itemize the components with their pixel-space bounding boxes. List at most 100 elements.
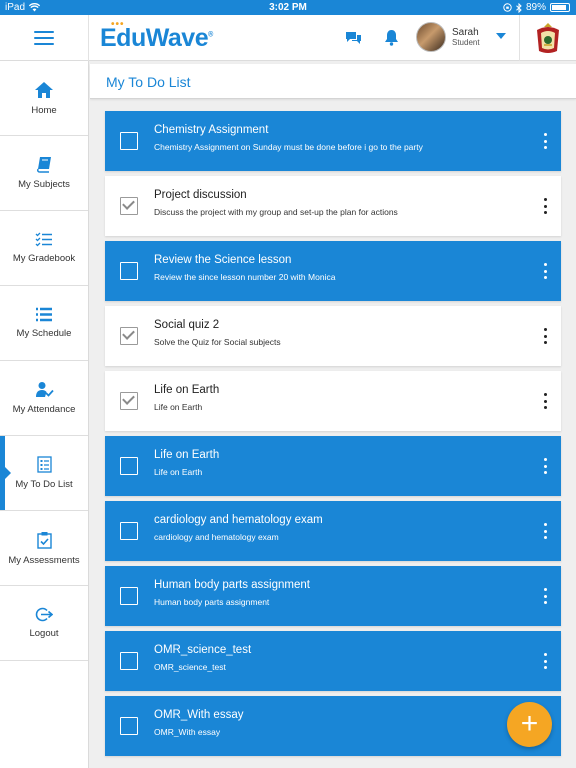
more-options-icon[interactable] (541, 198, 549, 214)
user-name: Sarah (452, 27, 479, 38)
sidebar-item-assessments[interactable]: My Assessments (0, 511, 88, 586)
home-icon (35, 81, 53, 98)
menu-button[interactable] (0, 15, 89, 61)
more-options-icon[interactable] (541, 458, 549, 474)
todo-item[interactable]: Life on Earth Life on Earth (105, 436, 561, 496)
sidebar-item-label: My Gradebook (12, 253, 76, 264)
page-title: My To Do List (106, 74, 191, 90)
todo-item[interactable]: OMR_With essay OMR_With essay (105, 696, 561, 756)
hamburger-icon (34, 31, 54, 45)
checkmark-icon (122, 392, 135, 405)
todo-title: Human body parts assignment (154, 579, 310, 591)
todo-title: Chemistry Assignment (154, 124, 269, 136)
todo-title: OMR_science_test (154, 644, 252, 656)
logo-dots-icon: ••• (111, 19, 125, 30)
user-check-icon (35, 382, 54, 397)
app-logo: ••• EduWave® (100, 19, 213, 53)
todo-description: Life on Earth (154, 402, 203, 412)
todo-item[interactable]: Chemistry Assignment Chemistry Assignment… (105, 111, 561, 171)
todo-item[interactable]: Social quiz 2 Solve the Quiz for Social s… (105, 306, 561, 366)
main-content: My To Do List Chemistry Assignment Chemis… (89, 61, 576, 768)
more-options-icon[interactable] (541, 393, 549, 409)
todo-description: Review the since lesson number 20 with M… (154, 272, 336, 282)
todo-list-icon (36, 456, 52, 473)
todo-item[interactable]: Review the Science lesson Review the sinc… (105, 241, 561, 301)
todo-description: Life on Earth (154, 467, 203, 477)
todo-title: Life on Earth (154, 449, 220, 461)
more-options-icon[interactable] (541, 263, 549, 279)
sidebar-item-attendance[interactable]: My Attendance (0, 361, 88, 436)
avatar (416, 22, 446, 52)
todo-description: cardiology and hematology exam (154, 532, 279, 542)
chevron-down-icon[interactable] (496, 33, 506, 39)
todo-checkbox[interactable] (120, 327, 138, 345)
todo-title: Life on Earth (154, 384, 220, 396)
todo-description: OMR_With essay (154, 727, 221, 737)
todo-checkbox[interactable] (120, 262, 138, 280)
todo-title: Project discussion (154, 189, 247, 201)
todo-title: Social quiz 2 (154, 319, 220, 331)
sidebar-item-gradebook[interactable]: My Gradebook (0, 211, 88, 286)
sidebar-item-subjects[interactable]: My Subjects (0, 136, 88, 211)
todo-checkbox[interactable] (120, 132, 138, 150)
chat-bubbles-icon (346, 32, 361, 44)
todo-item[interactable]: OMR_science_test OMR_science_test (105, 631, 561, 691)
sidebar-item-label: Logout (29, 628, 59, 639)
page-header: My To Do List (90, 64, 576, 99)
clipboard-check-icon (36, 531, 52, 549)
battery-level (552, 5, 567, 10)
todo-description: Solve the Quiz for Social subjects (154, 337, 281, 347)
sidebar-item-logout[interactable]: Logout (0, 586, 88, 661)
todo-checkbox[interactable] (120, 392, 138, 410)
more-options-icon[interactable] (541, 653, 549, 669)
logout-icon (35, 607, 53, 622)
todo-item[interactable]: Project discussion Discuss the project wi… (105, 176, 561, 236)
todo-checkbox[interactable] (120, 197, 138, 215)
todo-description: Human body parts assignment (154, 597, 270, 607)
todo-title: cardiology and hematology exam (154, 514, 323, 526)
sidebar-item-home[interactable]: Home (0, 61, 88, 136)
todo-title: Review the Science lesson (154, 254, 292, 266)
sidebar-item-todo-list[interactable]: My To Do List (0, 436, 88, 511)
add-todo-button[interactable]: + (507, 702, 552, 747)
battery-percent: 89% (525, 2, 546, 13)
more-options-icon[interactable] (541, 588, 549, 604)
logo-registered-mark: ® (208, 31, 213, 39)
todo-description: Chemistry Assignment on Sunday must be d… (154, 142, 423, 152)
todo-checkbox[interactable] (120, 522, 138, 540)
user-role: Student (452, 38, 480, 47)
todo-checkbox[interactable] (120, 587, 138, 605)
sidebar-item-label: My Attendance (12, 404, 76, 415)
book-icon (36, 157, 51, 173)
app-header: ••• EduWave® Sarah Student (0, 15, 576, 61)
sidebar-item-schedule[interactable]: My Schedule (0, 286, 88, 361)
sidebar-item-label: My To Do List (15, 479, 73, 490)
todo-checkbox[interactable] (120, 717, 138, 735)
status-bar: iPad 3:02 PM 89% (0, 0, 576, 15)
more-options-icon[interactable] (541, 328, 549, 344)
todo-description: Discuss the project with my group and se… (154, 207, 398, 217)
ministry-crest (519, 15, 576, 61)
bluetooth-icon (516, 2, 522, 13)
notifications-button[interactable] (384, 29, 399, 51)
rotation-lock-icon (503, 3, 512, 12)
sidebar-item-label: Home (31, 104, 57, 116)
checkmark-icon (122, 327, 135, 340)
todo-description: OMR_science_test (154, 662, 226, 672)
todo-item[interactable]: cardiology and hematology exam cardiology… (105, 501, 561, 561)
battery-icon (550, 3, 570, 12)
todo-item[interactable]: Life on Earth Life on Earth (105, 371, 561, 431)
more-options-icon[interactable] (541, 523, 549, 539)
sidebar-item-label: My Schedule (16, 328, 72, 339)
todo-checkbox[interactable] (120, 457, 138, 475)
messages-button[interactable] (345, 31, 362, 50)
list-icon (36, 307, 52, 322)
sidebar: Home My Subjects My Gradebook My Schedul… (0, 61, 89, 768)
todo-checkbox[interactable] (120, 652, 138, 670)
todo-list: Chemistry Assignment Chemistry Assignment… (105, 111, 561, 761)
user-menu[interactable]: Sarah Student (416, 22, 480, 52)
more-options-icon[interactable] (541, 133, 549, 149)
todo-title: OMR_With essay (154, 709, 244, 721)
todo-item[interactable]: Human body parts assignment Human body pa… (105, 566, 561, 626)
clock: 3:02 PM (269, 2, 307, 13)
